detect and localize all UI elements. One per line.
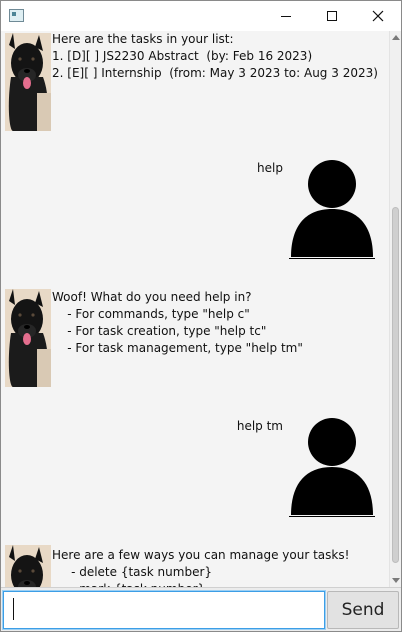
chat-scroll-pane[interactable]: Here are the tasks in your list: 1. [D][…	[1, 31, 389, 587]
maximize-icon	[327, 11, 337, 21]
app-icon	[9, 9, 24, 22]
bot-message: Here are the tasks in your list: 1. [D][…	[52, 32, 378, 80]
dog-avatar-icon	[5, 545, 51, 587]
close-icon	[372, 10, 384, 22]
scroll-down-icon[interactable]	[392, 578, 400, 583]
bot-message: Woof! What do you need help in? - For co…	[52, 290, 303, 355]
maximize-button[interactable]	[309, 1, 355, 31]
minimize-icon	[281, 15, 291, 17]
vertical-scrollbar[interactable]	[389, 31, 401, 587]
bot-message: Here are a few ways you can manage your …	[52, 548, 350, 587]
app-window: Here are the tasks in your list: 1. [D][…	[0, 0, 402, 632]
send-button[interactable]: Send	[327, 591, 399, 629]
scrollbar-thumb[interactable]	[392, 207, 399, 563]
title-bar[interactable]	[1, 1, 401, 31]
user-silhouette-icon	[289, 160, 375, 259]
message-input[interactable]	[3, 591, 325, 629]
scroll-up-icon[interactable]	[392, 35, 400, 40]
user-message: help tm	[236, 419, 283, 433]
minimize-button[interactable]	[263, 1, 309, 31]
text-caret	[13, 598, 14, 620]
user-message: help	[257, 161, 283, 175]
dog-avatar-icon	[5, 33, 51, 131]
dog-avatar-icon	[5, 289, 51, 387]
input-bar: Send	[1, 587, 401, 631]
close-button[interactable]	[355, 1, 401, 31]
user-silhouette-icon	[289, 418, 375, 517]
